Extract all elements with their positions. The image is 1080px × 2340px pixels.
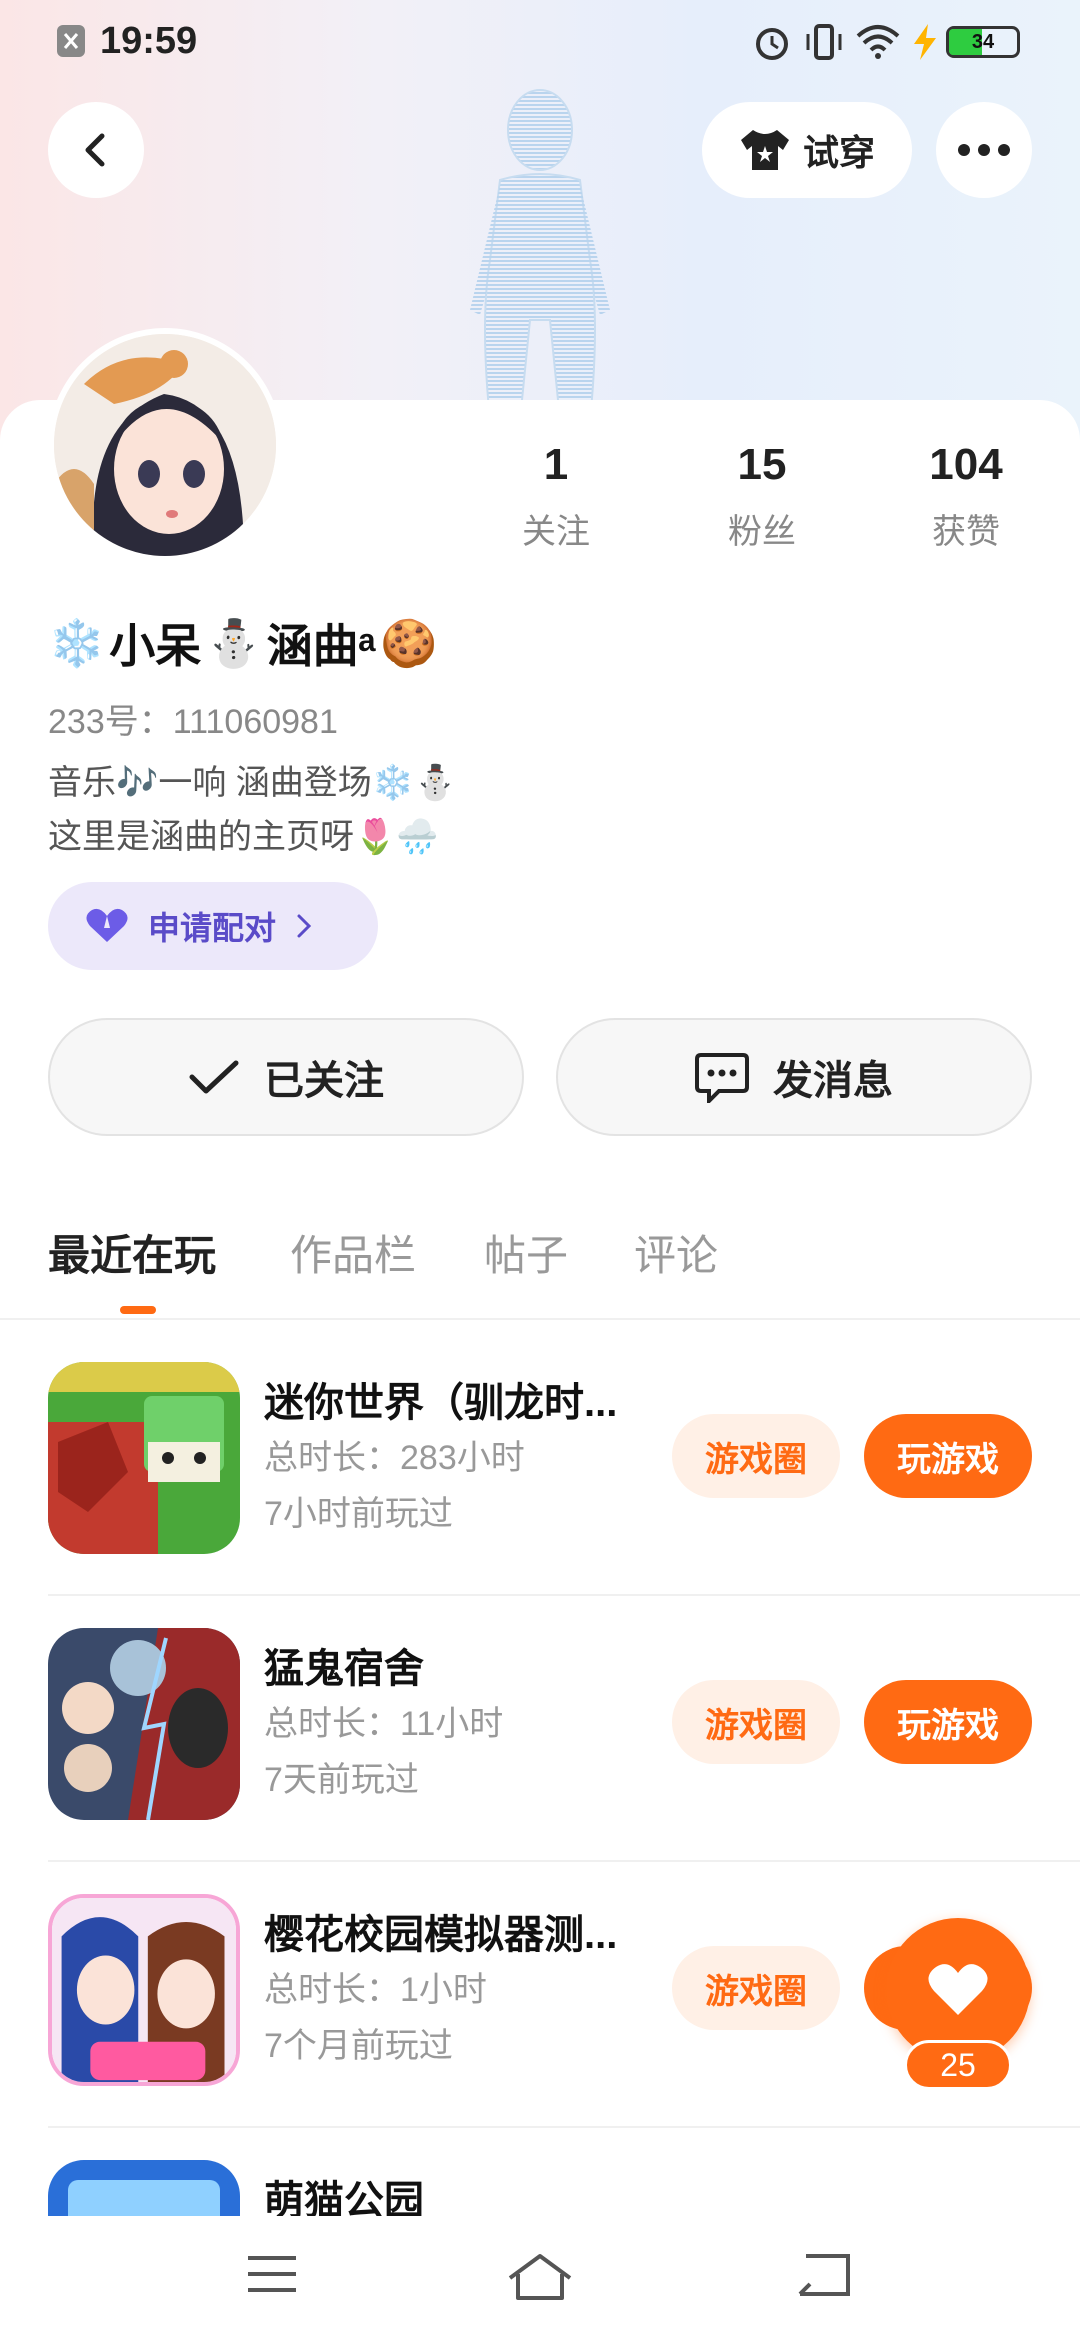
check-icon <box>189 1060 239 1094</box>
user-bio: 音乐🎶一响 涵曲登场❄️⛄ 这里是涵曲的主页呀🌷🌧️ <box>48 756 456 864</box>
game-icon <box>48 1894 240 2086</box>
more-button[interactable] <box>936 102 1032 198</box>
back-button[interactable] <box>48 102 144 198</box>
active-tab-indicator <box>120 1306 156 1314</box>
game-title: 猛鬼宿舍 <box>264 1647 424 1691</box>
following-button[interactable]: 已关注 <box>48 1018 524 1136</box>
tabs-divider <box>0 1318 1080 1320</box>
heart-pair-icon <box>86 908 128 942</box>
snowman-icon: ⛄ <box>205 616 263 669</box>
game-icon <box>48 2160 240 2216</box>
status-time: 19:59 <box>100 20 198 62</box>
play-game-button[interactable]: 玩游戏 <box>864 1414 1032 1498</box>
back-nav-icon[interactable] <box>796 2252 852 2298</box>
notification-icon <box>57 25 85 57</box>
nickname-part1: 小呆 <box>109 620 202 672</box>
tab-posts[interactable]: 帖子 <box>484 1222 568 1283</box>
stat-likes-label: 获赞 <box>932 513 1000 551</box>
home-icon[interactable] <box>506 2252 574 2302</box>
avatar-illustration <box>54 334 276 556</box>
profile-tabs: 最近在玩 作品栏 帖子 评论 <box>0 1210 1080 1320</box>
cookie-icon: 🍪 <box>379 616 438 669</box>
menu-icon[interactable] <box>246 2252 298 2296</box>
game-row[interactable]: 猛鬼宿舍 总时长：11小时 7天前玩过 游戏圈 玩游戏 <box>0 1596 1080 1862</box>
stat-fans[interactable]: 15 粉丝 <box>682 440 842 553</box>
send-message-label: 发消息 <box>773 1059 893 1103</box>
following-label: 已关注 <box>264 1059 384 1103</box>
tab-works[interactable]: 作品栏 <box>290 1222 416 1283</box>
back-arrow-icon <box>85 133 105 167</box>
game-icon <box>48 1362 240 1554</box>
stat-fans-label: 粉丝 <box>728 513 796 551</box>
game-icon <box>48 1628 240 1820</box>
game-row[interactable]: 迷你世界（驯龙时... 总时长：283小时 7小时前玩过 游戏圈 玩游戏 <box>0 1330 1080 1596</box>
user-avatar[interactable] <box>48 328 282 562</box>
game-duration: 总时长：283小时 <box>264 1439 525 1477</box>
play-game-button[interactable]: 玩游戏 <box>864 1680 1032 1764</box>
game-circle-button[interactable]: 游戏圈 <box>672 1946 840 2030</box>
more-dots-icon <box>958 144 1010 156</box>
tab-comments[interactable]: 评论 <box>634 1222 718 1283</box>
bio-line-2: 这里是涵曲的主页呀🌷🌧️ <box>48 818 439 856</box>
nickname-part2: 涵曲ᵃ <box>266 620 376 672</box>
game-last-played: 7小时前玩过 <box>264 1495 453 1533</box>
heart-icon <box>928 1964 988 2015</box>
message-icon <box>695 1053 749 1103</box>
send-message-button[interactable]: 发消息 <box>556 1018 1032 1136</box>
chevron-right-icon <box>297 914 312 938</box>
game-circle-button[interactable]: 游戏圈 <box>672 1680 840 1764</box>
status-bar: 19:59 34 <box>0 0 1080 84</box>
avatar-3d-figure <box>470 89 610 420</box>
stat-following[interactable]: 1 关注 <box>476 440 636 553</box>
game-duration: 总时长：1小时 <box>264 1971 487 2009</box>
stat-following-value: 1 <box>543 440 569 489</box>
stat-following-label: 关注 <box>522 513 590 551</box>
game-last-played: 7个月前玩过 <box>264 2027 453 2065</box>
snowflake-icon: ❄️ <box>48 616 106 669</box>
game-title: 樱花校园模拟器测... <box>264 1913 618 1957</box>
battery-level: 34 <box>971 30 995 53</box>
like-count-badge: 25 <box>904 2040 1012 2090</box>
bio-line-1: 音乐🎶一响 涵曲登场❄️⛄ <box>48 764 457 802</box>
game-last-played: 7天前玩过 <box>264 1761 419 1799</box>
tshirt-icon <box>740 130 789 170</box>
game-row[interactable]: 萌猫公园 <box>0 2128 1080 2216</box>
stat-fans-value: 15 <box>737 440 787 489</box>
game-title: 萌猫公园 <box>264 2179 424 2216</box>
alarm-icon <box>756 28 788 60</box>
user-id: 233号：111060981 <box>48 703 338 741</box>
game-duration: 总时长：11小时 <box>264 1705 504 1743</box>
pair-request-label: 申请配对 <box>148 910 277 946</box>
vibrate-icon <box>806 24 842 60</box>
game-title: 迷你世界（驯龙时... <box>264 1381 618 1425</box>
battery-icon: 34 <box>946 26 1020 58</box>
stat-likes[interactable]: 104 获赞 <box>886 440 1046 553</box>
pair-request-button[interactable]: 申请配对 <box>48 882 378 970</box>
try-on-button[interactable]: 试穿 <box>702 102 912 198</box>
stat-likes-value: 104 <box>929 440 1003 489</box>
system-navigation-bar <box>0 2216 1080 2340</box>
tab-recently-played[interactable]: 最近在玩 <box>48 1222 216 1283</box>
nickname: ❄️ 小呆 ⛄ 涵曲ᵃ 🍪 <box>48 610 437 676</box>
game-circle-button[interactable]: 游戏圈 <box>672 1414 840 1498</box>
try-on-label: 试穿 <box>802 132 875 173</box>
wifi-icon <box>856 25 900 59</box>
charging-icon <box>914 24 936 60</box>
